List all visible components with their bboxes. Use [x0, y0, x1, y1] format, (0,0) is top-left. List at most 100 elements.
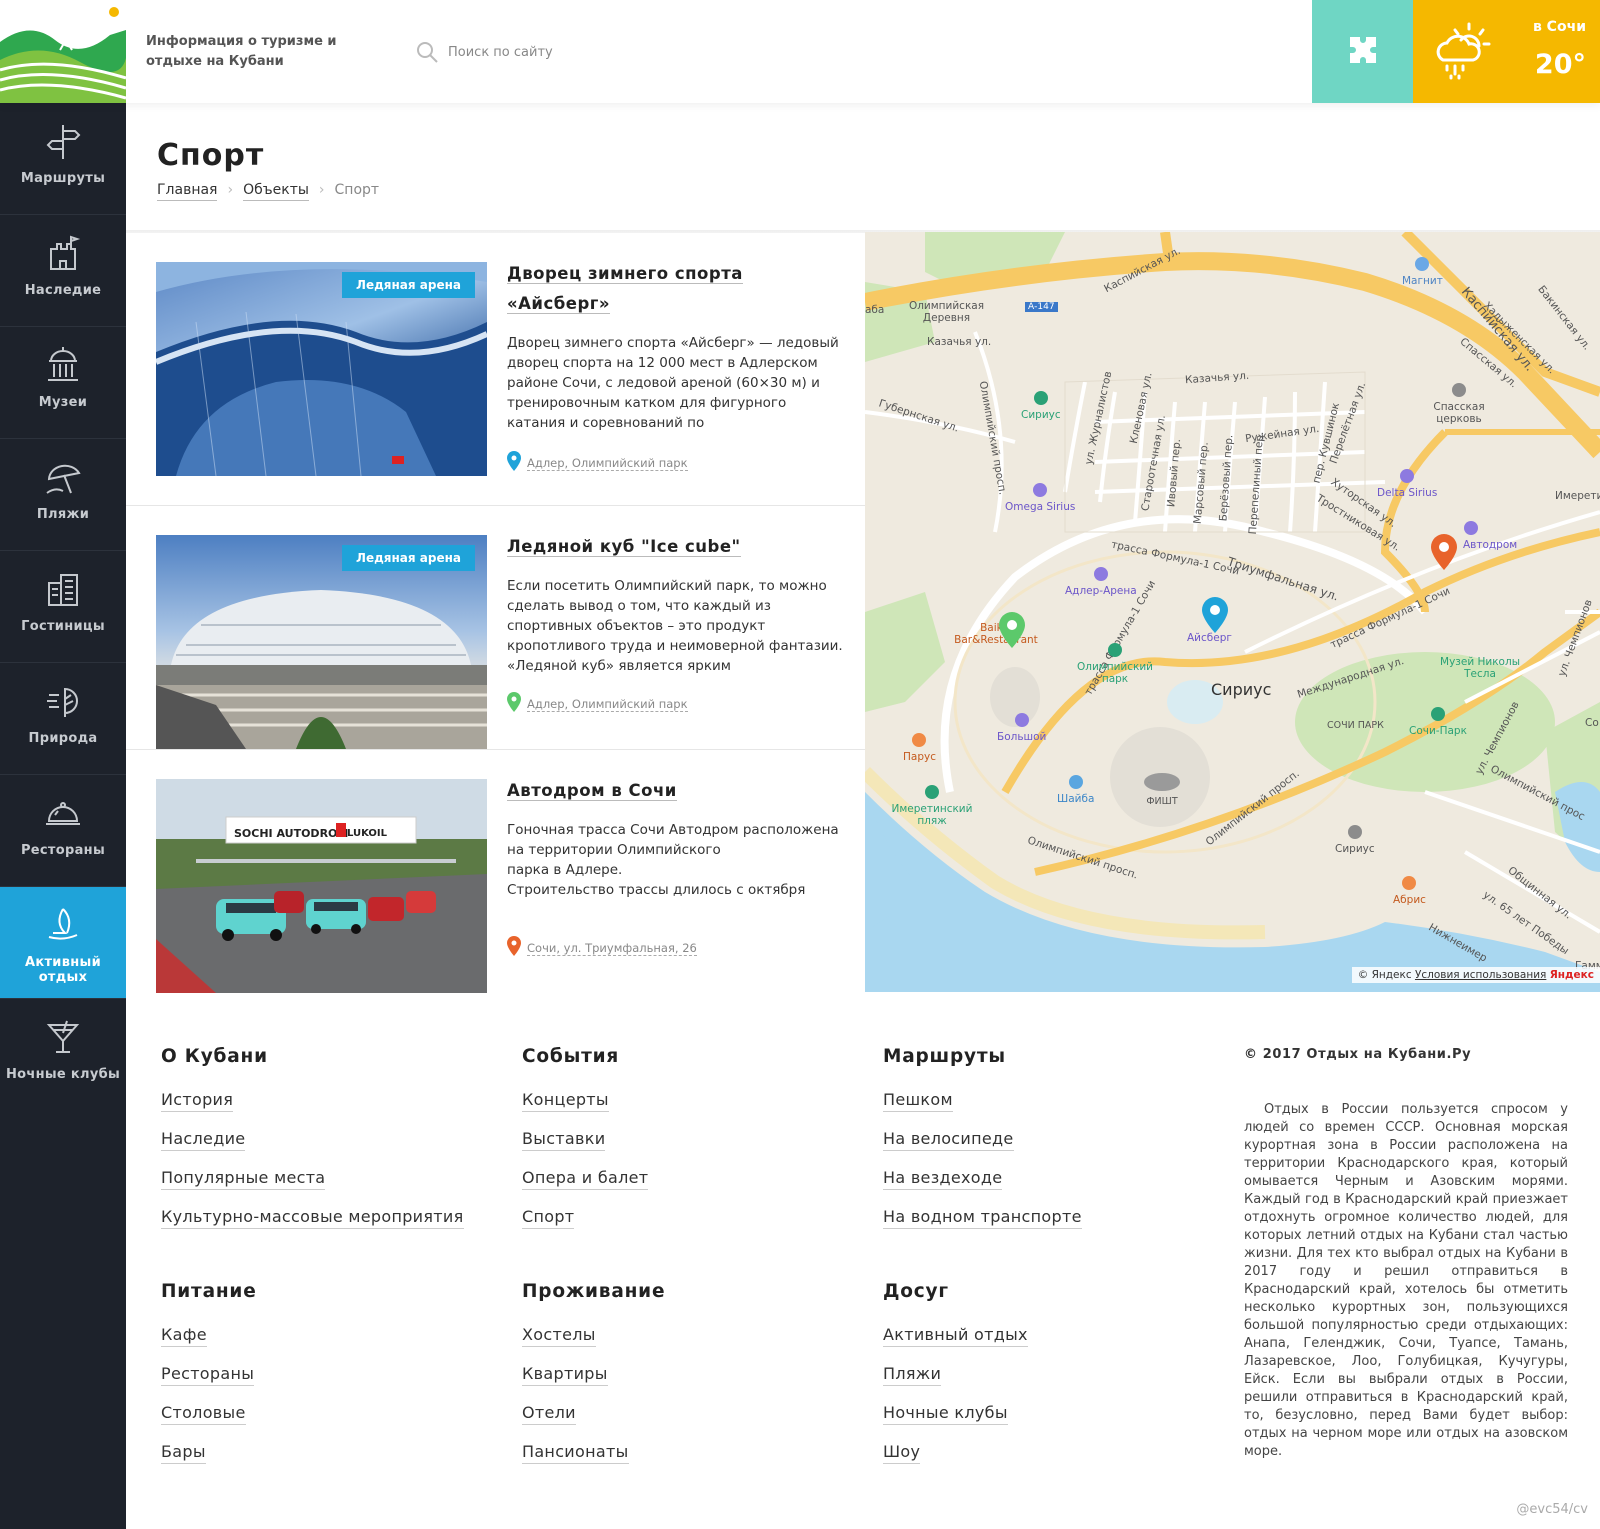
- footer-link[interactable]: История: [161, 1090, 234, 1112]
- footer-link[interactable]: Шоу: [883, 1442, 921, 1464]
- sidebar-item-routes[interactable]: Маршруты: [0, 103, 126, 215]
- map-label: А-147: [1025, 302, 1058, 312]
- map-poi[interactable]: Магнит: [1402, 256, 1443, 287]
- footer-link[interactable]: Активный отдых: [883, 1325, 1028, 1347]
- yandex-map[interactable]: Каспийская ул. Каспийская ул. Магнит Бак…: [865, 232, 1600, 992]
- footer-link[interactable]: Выставки: [522, 1129, 606, 1151]
- footer-link[interactable]: Ночные клубы: [883, 1403, 1008, 1425]
- footer-link[interactable]: Квартиры: [522, 1364, 608, 1386]
- search-icon[interactable]: [415, 40, 439, 64]
- museum-icon: [43, 345, 83, 385]
- footer-link[interactable]: Отели: [522, 1403, 576, 1425]
- map-poi[interactable]: Большой: [997, 712, 1046, 743]
- listing-image[interactable]: Ледяная арена: [156, 262, 487, 476]
- map-pin-icon: [507, 451, 521, 474]
- map-marker-green[interactable]: [999, 612, 1025, 652]
- map-poi[interactable]: ФИШТ: [1143, 772, 1181, 807]
- map-poi[interactable]: Delta Sirius: [1377, 468, 1437, 499]
- listing-location-text[interactable]: Адлер, Олимпийский парк: [527, 455, 688, 471]
- footer-link[interactable]: Кафе: [161, 1325, 207, 1347]
- footer-column: События Концерты Выставки Опера и балет …: [522, 1046, 649, 1229]
- listing-image[interactable]: SOCHI AUTODROM LUKOIL: [156, 779, 487, 993]
- map-poi[interactable]: Шайба: [1057, 774, 1094, 805]
- beach-umbrella-icon: [43, 457, 83, 497]
- listing-title[interactable]: Автодром в Сочи: [507, 776, 837, 806]
- footer-copyright: © 2017 Отдых на Кубани.Ру: [1244, 1047, 1472, 1062]
- sidebar-item-restaurants[interactable]: Рестораны: [0, 775, 126, 887]
- sidebar-item-heritage[interactable]: Наследие: [0, 215, 126, 327]
- breadcrumb-current: Спорт: [334, 182, 380, 198]
- footer-link[interactable]: Культурно-массовые мероприятия: [161, 1207, 464, 1229]
- footer-link[interactable]: На водном транспорте: [883, 1207, 1082, 1229]
- footer-about-text: Отдых в России пользуется спросом у люде…: [1244, 1102, 1568, 1459]
- map-marker-blue[interactable]: [1202, 597, 1228, 637]
- listing-card[interactable]: Ледяная арена Ледяной куб "Ice cube" Есл…: [126, 506, 865, 750]
- footer-link[interactable]: Спорт: [522, 1207, 575, 1229]
- weather-widget[interactable]: в Сочи 20°: [1413, 0, 1600, 103]
- listing-title-text[interactable]: Ледяной куб "Ice cube": [507, 537, 741, 557]
- map-terms-link[interactable]: Условия использования: [1415, 969, 1546, 981]
- sidebar-item-beaches[interactable]: Пляжи: [0, 439, 126, 551]
- sidebar-item-nature[interactable]: Природа: [0, 663, 126, 775]
- footer-column: Проживание Хостелы Квартиры Отели Пансио…: [522, 1281, 665, 1464]
- watermark: @evc54/cv: [1516, 1502, 1588, 1517]
- map-label: аба: [865, 304, 885, 316]
- listing-card[interactable]: SOCHI AUTODROM LUKOIL Автодром в Сочи Го…: [126, 750, 865, 993]
- map-poi[interactable]: Сириус: [1021, 390, 1061, 421]
- puzzle-button[interactable]: [1312, 0, 1413, 103]
- map-poi[interactable]: Сочи-Парк: [1409, 706, 1467, 737]
- breadcrumb: Главная › Объекты › Спорт: [157, 182, 379, 201]
- listing-title-text[interactable]: Автодром в Сочи: [507, 781, 677, 801]
- breadcrumb-home[interactable]: Главная: [157, 182, 218, 201]
- footer-link[interactable]: Пансионаты: [522, 1442, 629, 1464]
- footer-link[interactable]: Пляжи: [883, 1364, 942, 1386]
- sidebar-item-hotels[interactable]: Гостиницы: [0, 551, 126, 663]
- map-poi[interactable]: Олимпийский парк: [1075, 642, 1155, 685]
- map-poi[interactable]: Автодром: [1463, 520, 1517, 551]
- listing-title[interactable]: Ледяной куб "Ice cube": [507, 532, 837, 562]
- map-attribution: © Яндекс Условия использования Яндекс: [1351, 967, 1600, 983]
- listing-badge: Ледяная арена: [342, 272, 475, 298]
- map-poi[interactable]: Адлер-Арена: [1065, 566, 1137, 597]
- map-poi[interactable]: Имеретинский пляж: [887, 784, 977, 827]
- listing-location[interactable]: Адлер, Олимпийский парк: [507, 451, 688, 474]
- map-poi[interactable]: Omega Sirius: [1005, 482, 1075, 513]
- footer-link[interactable]: Наследие: [161, 1129, 246, 1151]
- listing-card[interactable]: Ледяная арена Дворец зимнего спорта «Айс…: [126, 233, 865, 506]
- listing-title[interactable]: Дворец зимнего спорта «Айсберг»: [507, 259, 837, 319]
- listing-location[interactable]: Сочи, ул. Триумфальная, 26: [507, 936, 697, 959]
- map-poi[interactable]: Парус: [903, 732, 936, 763]
- footer-link[interactable]: Пешком: [883, 1090, 953, 1112]
- listing-title-text[interactable]: Дворец зимнего спорта «Айсберг»: [507, 264, 743, 314]
- footer-link[interactable]: Концерты: [522, 1090, 609, 1112]
- footer-link[interactable]: Рестораны: [161, 1364, 255, 1386]
- footer-link[interactable]: Опера и балет: [522, 1168, 649, 1190]
- map-poi[interactable]: Baikal Bar&Restaurant: [951, 622, 1041, 646]
- map-marker-orange[interactable]: [1431, 534, 1457, 574]
- footer-link[interactable]: На вездеходе: [883, 1168, 1003, 1190]
- sidebar-item-active-rest[interactable]: Активный отдых: [0, 887, 126, 999]
- map-poi[interactable]: Абрис: [1393, 875, 1426, 906]
- footer-link[interactable]: Популярные места: [161, 1168, 326, 1190]
- listing-location[interactable]: Адлер, Олимпийский парк: [507, 692, 688, 715]
- map-poi[interactable]: Спасская церковь: [1429, 382, 1489, 425]
- sidebar-item-museums[interactable]: Музеи: [0, 327, 126, 439]
- footer-link[interactable]: Хостелы: [522, 1325, 596, 1347]
- listing-location-text[interactable]: Сочи, ул. Триумфальная, 26: [527, 940, 697, 956]
- search-input[interactable]: [448, 38, 748, 66]
- footer-column-title: О Кубани: [161, 1046, 268, 1067]
- footer-link[interactable]: Бары: [161, 1442, 206, 1464]
- map-pin-icon: [507, 692, 521, 715]
- yandex-logo[interactable]: Яндекс: [1550, 969, 1594, 981]
- breadcrumb-objects[interactable]: Объекты: [243, 182, 309, 201]
- map-poi[interactable]: Сириус: [1335, 824, 1375, 855]
- listing-image[interactable]: Ледяная арена: [156, 535, 487, 749]
- map-poi[interactable]: Музей Николы Тесла: [1435, 656, 1525, 680]
- chevron-right-icon: ›: [318, 182, 325, 198]
- listing-location-text[interactable]: Адлер, Олимпийский парк: [527, 696, 688, 712]
- sponsor-banner-text: LUKOIL: [347, 828, 388, 839]
- footer-link[interactable]: Столовые: [161, 1403, 246, 1425]
- footer-link[interactable]: На велосипеде: [883, 1129, 1014, 1151]
- sidebar-item-night-clubs[interactable]: Ночные клубы: [0, 999, 126, 1111]
- site-logo[interactable]: [0, 0, 127, 103]
